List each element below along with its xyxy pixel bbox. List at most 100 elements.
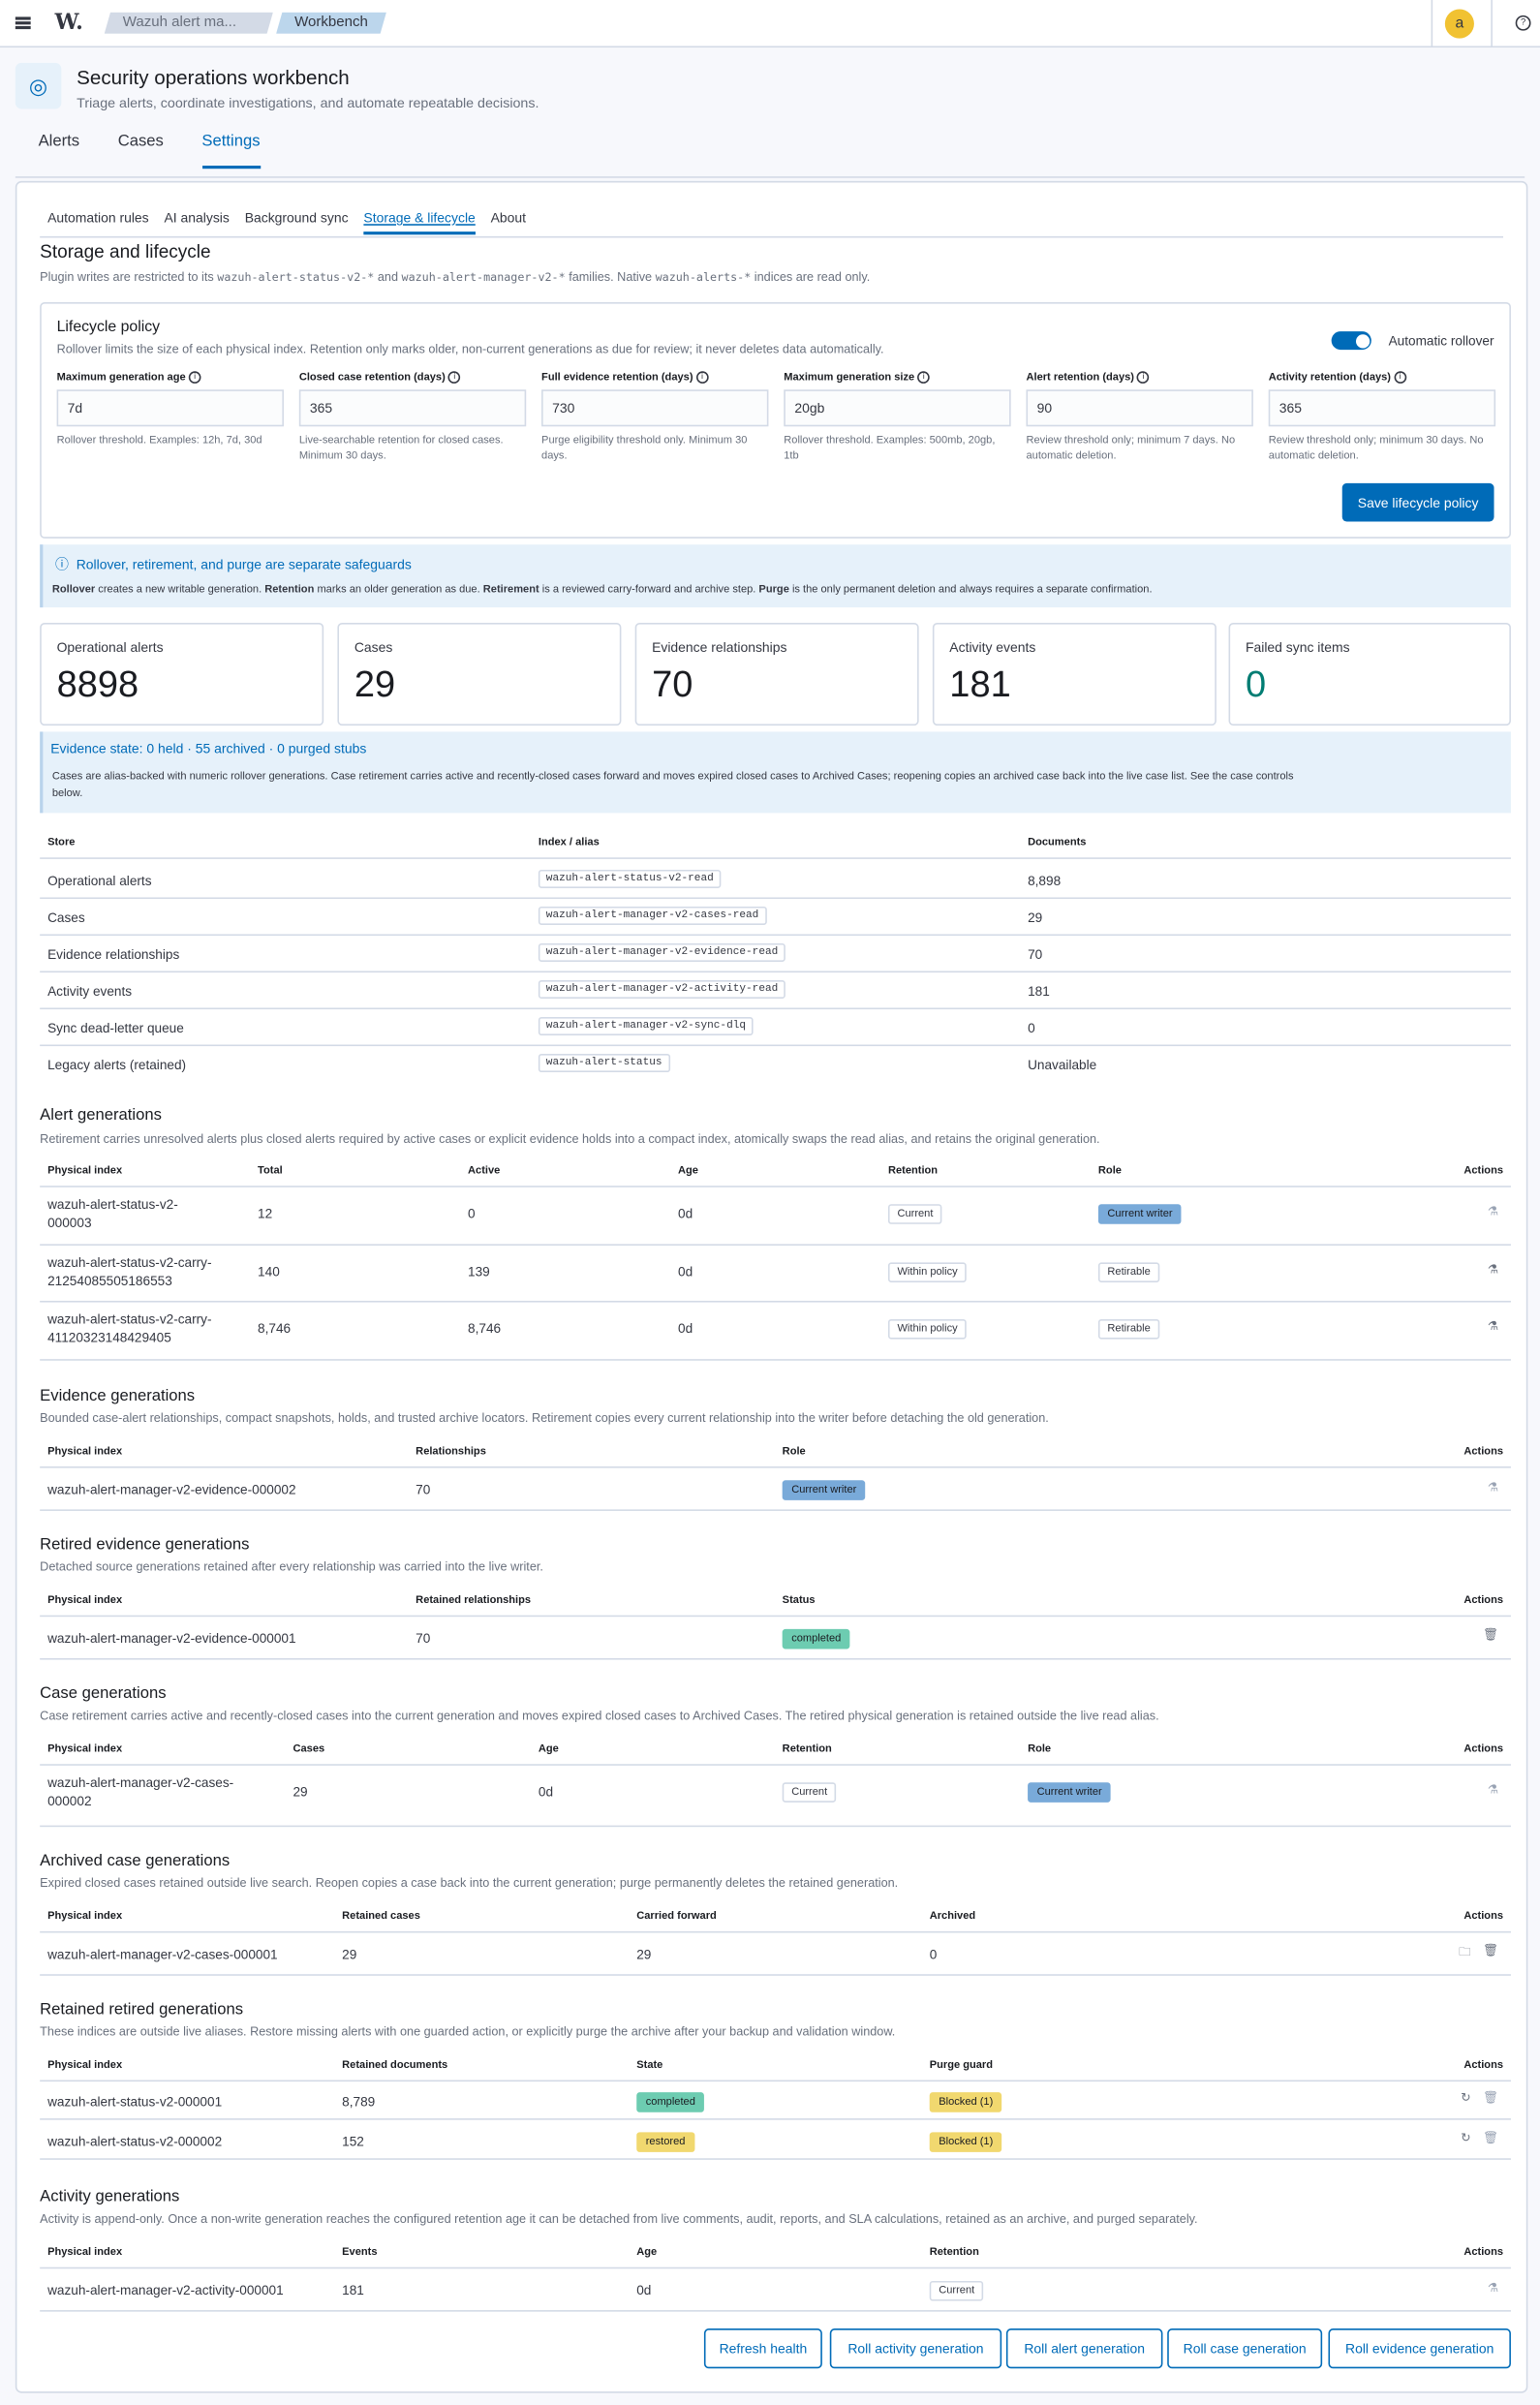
retained-relationships: 70 <box>416 1630 431 1647</box>
settings-panel: Automation rules AI analysis Background … <box>15 180 1528 2393</box>
document-count: 29 <box>1028 910 1043 925</box>
stat-value: 181 <box>949 663 1011 706</box>
alert-retention-input[interactable]: 90 <box>1026 389 1253 427</box>
purge-guard-badge: Blocked (1) <box>929 2132 1002 2152</box>
storage-title: Storage and lifecycle <box>40 240 211 262</box>
info-icon[interactable]: i <box>1137 371 1150 384</box>
age: 0d <box>636 2282 652 2298</box>
stat-label: Evidence relationships <box>652 639 787 656</box>
subtab-ai-analysis[interactable]: AI analysis <box>164 210 229 234</box>
age: 0d <box>677 1205 693 1221</box>
column-header: Active <box>468 1165 501 1177</box>
tab-settings[interactable]: Settings <box>201 132 261 170</box>
info-icon[interactable]: i <box>1394 371 1406 384</box>
info-icon[interactable]: i <box>188 371 201 384</box>
physical-index: wazuh-alert-manager-v2-evidence-000001 <box>47 1630 296 1647</box>
roll-case-generation-button[interactable]: Roll case generation <box>1167 2328 1323 2369</box>
automatic-rollover-toggle[interactable] <box>1331 331 1371 351</box>
trash-icon[interactable]: 🗑 <box>1483 2131 1498 2144</box>
field-alert-retention: Alert retention (days) i 90 Review thresh… <box>1026 371 1253 463</box>
document-count: 70 <box>1028 946 1043 962</box>
tabs-divider <box>15 176 1525 178</box>
store-name: Evidence relationships <box>47 946 180 962</box>
restore-icon[interactable]: ↻ <box>1461 2131 1471 2144</box>
field-help: Rollover threshold. Examples: 500mb, 20g… <box>784 435 996 461</box>
stat-value: 0 <box>1245 663 1267 706</box>
physical-index: wazuh-alert-status-v2-000002 <box>47 2133 223 2149</box>
top-bar: W. Wazuh alert ma... Workbench a ? <box>0 0 1540 48</box>
column-header: Physical index <box>47 1911 123 1923</box>
case-generations-desc: Case retirement carries active and recen… <box>40 1709 1159 1723</box>
avatar[interactable]: a <box>1444 8 1474 38</box>
retire-icon[interactable]: ⚗ <box>1488 1319 1498 1333</box>
column-header: Retained documents <box>342 2059 448 2071</box>
folder-open-icon[interactable]: 🗀 <box>1459 1944 1471 1965</box>
tab-cases[interactable]: Cases <box>118 132 164 169</box>
tab-alerts[interactable]: Alerts <box>39 132 80 169</box>
roll-evidence-generation-button[interactable]: Roll evidence generation <box>1328 2328 1511 2369</box>
activity-retention-input[interactable]: 365 <box>1268 389 1496 427</box>
lifecycle-description: Rollover limits the size of each physica… <box>56 342 884 356</box>
column-header: Retention <box>887 1165 939 1177</box>
archived-case-title: Archived case generations <box>40 1851 231 1870</box>
user-menu[interactable]: a <box>1431 0 1493 46</box>
age: 0d <box>677 1320 693 1337</box>
document-count: 8,898 <box>1028 873 1062 888</box>
retire-icon[interactable]: ⚗ <box>1488 1262 1498 1276</box>
info-icon[interactable]: i <box>917 371 931 384</box>
max-generation-age-input[interactable]: 7d <box>56 389 284 427</box>
subtab-storage-lifecycle[interactable]: Storage & lifecycle <box>363 210 476 235</box>
main-tabs: Alerts Cases Settings <box>39 132 299 170</box>
column-header: Actions <box>1463 1165 1504 1177</box>
retention-badge: Current <box>929 2280 984 2301</box>
field-help: Rollover threshold. Examples: 12h, 7d, 3… <box>56 435 262 447</box>
index-alias: wazuh-alert-manager-v2-cases-read <box>538 906 767 925</box>
subtab-about[interactable]: About <box>491 210 526 234</box>
breadcrumb-app[interactable]: Wazuh alert ma... <box>105 13 273 34</box>
retained-retired-table: Physical index Retained documents State … <box>40 2054 1511 2165</box>
subtab-automation-rules[interactable]: Automation rules <box>47 210 149 234</box>
trash-icon[interactable]: 🗑 <box>1483 1944 1498 1958</box>
retire-icon[interactable]: ⚗ <box>1488 2281 1498 2295</box>
column-header: Physical index <box>47 1165 123 1177</box>
automatic-rollover-label: Automatic rollover <box>1388 332 1494 349</box>
help-icon[interactable]: ? <box>1515 15 1531 31</box>
column-header: Physical index <box>47 1595 123 1607</box>
total-count: 12 <box>258 1205 273 1221</box>
retire-icon[interactable]: ⚗ <box>1488 1204 1498 1218</box>
column-header: State <box>636 2059 663 2071</box>
menu-icon[interactable] <box>0 0 46 46</box>
subtabs-divider <box>40 235 1504 238</box>
app-logo[interactable]: W. <box>46 11 93 35</box>
field-label: Full evidence retention (days) i <box>541 371 768 384</box>
full-evidence-retention-input[interactable]: 730 <box>541 389 769 427</box>
stat-operational-alerts: Operational alerts 8898 <box>40 622 324 726</box>
info-icon: ⓘ <box>55 556 69 572</box>
age: 0d <box>677 1263 693 1280</box>
closed-case-retention-input[interactable]: 365 <box>298 389 527 427</box>
column-header: Actions <box>1463 1911 1504 1923</box>
trash-icon[interactable]: 🗑 <box>1483 1627 1498 1641</box>
info-icon[interactable]: i <box>695 371 709 384</box>
column-header: Actions <box>1463 1595 1504 1607</box>
subtab-background-sync[interactable]: Background sync <box>245 210 349 234</box>
page-title: Security operations workbench <box>77 66 350 89</box>
refresh-health-button[interactable]: Refresh health <box>703 2328 822 2369</box>
field-help: Review threshold only; minimum 7 days. N… <box>1026 435 1236 461</box>
safeguards-callout: ⓘ Rollover, retirement, and purge are se… <box>40 544 1511 608</box>
info-icon[interactable]: i <box>447 371 461 384</box>
retire-icon[interactable]: ⚗ <box>1488 1782 1498 1796</box>
max-generation-size-input[interactable]: 20gb <box>784 389 1011 427</box>
trash-icon[interactable]: 🗑 <box>1483 2091 1498 2105</box>
stat-value: 70 <box>652 663 693 706</box>
case-count: 29 <box>293 1783 308 1800</box>
column-header: Retention <box>782 1743 832 1755</box>
restore-icon[interactable]: ↻ <box>1461 2091 1471 2105</box>
retire-icon[interactable]: ⚗ <box>1488 1480 1498 1494</box>
roll-activity-generation-button[interactable]: Roll activity generation <box>829 2328 1002 2369</box>
total-count: 8,746 <box>258 1320 292 1337</box>
roll-alert-generation-button[interactable]: Roll alert generation <box>1005 2328 1163 2369</box>
save-lifecycle-policy-button[interactable]: Save lifecycle policy <box>1341 482 1494 522</box>
column-header: Retention <box>929 2247 979 2259</box>
physical-index: wazuh-alert-status-v2-carry- 411203231484… <box>47 1311 212 1345</box>
